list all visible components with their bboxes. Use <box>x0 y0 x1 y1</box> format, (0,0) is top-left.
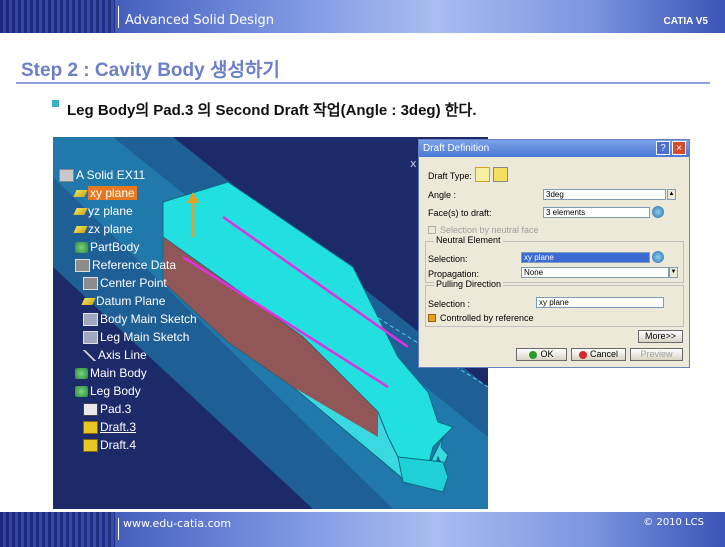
tree-node-label: zx plane <box>88 222 133 236</box>
course-title: Advanced Solid Design <box>125 13 275 28</box>
tree-node-label: Main Body <box>90 366 147 380</box>
slide-header: Advanced Solid Design CATIA V5 <box>0 0 725 33</box>
footer-divider <box>118 518 119 540</box>
point-icon <box>83 277 98 291</box>
tree-node-label: Center Point <box>100 276 167 290</box>
faces-input[interactable]: 3 elements <box>543 207 650 218</box>
dialog-title: Draft Definition <box>423 143 490 154</box>
variable-draft-icon[interactable] <box>493 167 508 182</box>
plane-icon <box>73 190 88 198</box>
footer-copyright: © 2010 LCS <box>643 517 704 528</box>
header-pattern <box>0 0 115 33</box>
controlled-label: Controlled by reference <box>440 313 534 323</box>
faces-label: Face(s) to draft: <box>428 208 492 218</box>
sketch-icon <box>83 313 98 327</box>
line-icon <box>83 350 96 362</box>
tree-node[interactable]: Draft.4 <box>83 437 136 453</box>
pulling-direction-caption: Pulling Direction <box>434 279 504 289</box>
tree-node-label: Draft.3 <box>100 420 137 434</box>
close-button[interactable]: × <box>672 141 686 155</box>
tree-node[interactable]: Body Main Sketch <box>83 311 197 327</box>
tree-node-label: Pad.3 <box>100 402 132 416</box>
plane-icon <box>73 226 88 234</box>
cancel-icon <box>578 350 587 359</box>
body-icon <box>75 368 88 380</box>
pad-icon <box>83 403 98 417</box>
pulling-selection-input[interactable]: xy plane <box>536 297 664 308</box>
header-divider <box>118 6 119 28</box>
help-button[interactable]: ? <box>656 141 670 155</box>
tree-node[interactable]: Leg Body <box>75 383 141 399</box>
draft-definition-dialog[interactable]: Draft Definition ? × Draft Type: Angle :… <box>418 139 690 368</box>
controlled-checkbox[interactable] <box>428 314 436 322</box>
axis-label-x: x <box>410 157 417 170</box>
tree-node[interactable]: zx plane <box>73 221 133 237</box>
neutral-face-checkbox[interactable] <box>428 226 436 234</box>
draft-type-label: Draft Type: <box>428 171 472 181</box>
tree-node[interactable]: PartBody <box>75 239 139 255</box>
title-underline <box>16 82 710 84</box>
tree-node[interactable]: Draft.3 <box>83 419 136 435</box>
slide-footer: www.edu-catia.com © 2010 LCS <box>0 512 725 547</box>
propagation-label: Propagation: <box>428 269 480 279</box>
propagation-select[interactable]: None <box>521 267 669 278</box>
selection-label: Selection: <box>428 254 468 264</box>
footer-pattern <box>0 512 115 547</box>
ok-button[interactable]: OK <box>516 348 567 361</box>
draft-icon <box>83 421 98 435</box>
tree-node[interactable]: Datum Plane <box>81 293 166 309</box>
neutral-element-caption: Neutral Element <box>434 235 503 245</box>
tree-node-label: Datum Plane <box>96 294 166 308</box>
product-name: CATIA V5 <box>663 16 708 27</box>
more-button[interactable]: More>> <box>638 330 683 343</box>
cancel-label: Cancel <box>589 349 618 359</box>
propagation-dropdown-icon[interactable]: ▼ <box>669 267 678 278</box>
dialog-titlebar[interactable]: Draft Definition ? × <box>419 140 689 157</box>
tree-node[interactable]: yz plane <box>73 203 133 219</box>
ok-icon <box>529 350 538 359</box>
cancel-button[interactable]: Cancel <box>571 348 626 361</box>
tree-node-label: Leg Main Sketch <box>100 330 190 344</box>
tree-node[interactable]: xy plane <box>73 185 137 201</box>
sketch-icon <box>83 331 98 345</box>
plane-icon <box>81 298 96 306</box>
tree-node-label: xy plane <box>88 186 137 200</box>
tree-node-label: Body Main Sketch <box>100 312 197 326</box>
angle-input[interactable]: 3deg <box>543 189 666 200</box>
constant-draft-icon[interactable] <box>475 167 490 182</box>
neutral-picker-icon[interactable] <box>652 251 664 263</box>
tree-node-label: yz plane <box>88 204 133 218</box>
tree-node[interactable]: A Solid EX11 <box>59 167 145 183</box>
faces-picker-icon[interactable] <box>652 206 664 218</box>
footer-url: www.edu-catia.com <box>123 517 232 530</box>
ok-label: OK <box>540 349 554 359</box>
plane-icon <box>73 208 88 216</box>
draft-icon <box>83 439 98 453</box>
tree-node[interactable]: Reference Data <box>75 257 176 273</box>
slide-title: Step 2 : Cavity Body 생성하기 <box>21 60 280 81</box>
tree-node-label: Axis Line <box>98 348 147 362</box>
tree-node[interactable]: Leg Main Sketch <box>83 329 189 345</box>
part-icon <box>59 169 74 183</box>
neutral-selection-input[interactable]: xy plane <box>521 252 650 263</box>
tree-node-label: PartBody <box>90 240 140 254</box>
tree-node[interactable]: Center Point <box>83 275 167 291</box>
geoset-icon <box>75 259 90 273</box>
tree-node-label: Leg Body <box>90 384 141 398</box>
pulling-selection-label: Selection : <box>428 299 471 309</box>
bullet-icon <box>52 100 59 107</box>
body-icon <box>75 242 88 254</box>
slide-subtitle: Leg Body의 Pad.3 의 Second Draft 작업(Angle … <box>67 102 477 119</box>
preview-button[interactable]: Preview <box>630 348 683 361</box>
angle-spinner[interactable]: ▲ <box>667 189 676 200</box>
neutral-face-label: Selection by neutral face <box>440 225 539 235</box>
tree-node-label: Reference Data <box>92 258 177 272</box>
tree-node[interactable]: Axis Line <box>83 347 147 363</box>
tree-node-label: A Solid EX11 <box>76 168 146 182</box>
tree-node[interactable]: Main Body <box>75 365 147 381</box>
angle-label: Angle : <box>428 190 457 200</box>
tree-node[interactable]: Pad.3 <box>83 401 131 417</box>
body-icon <box>75 386 88 398</box>
tree-node-label: Draft.4 <box>100 438 137 452</box>
